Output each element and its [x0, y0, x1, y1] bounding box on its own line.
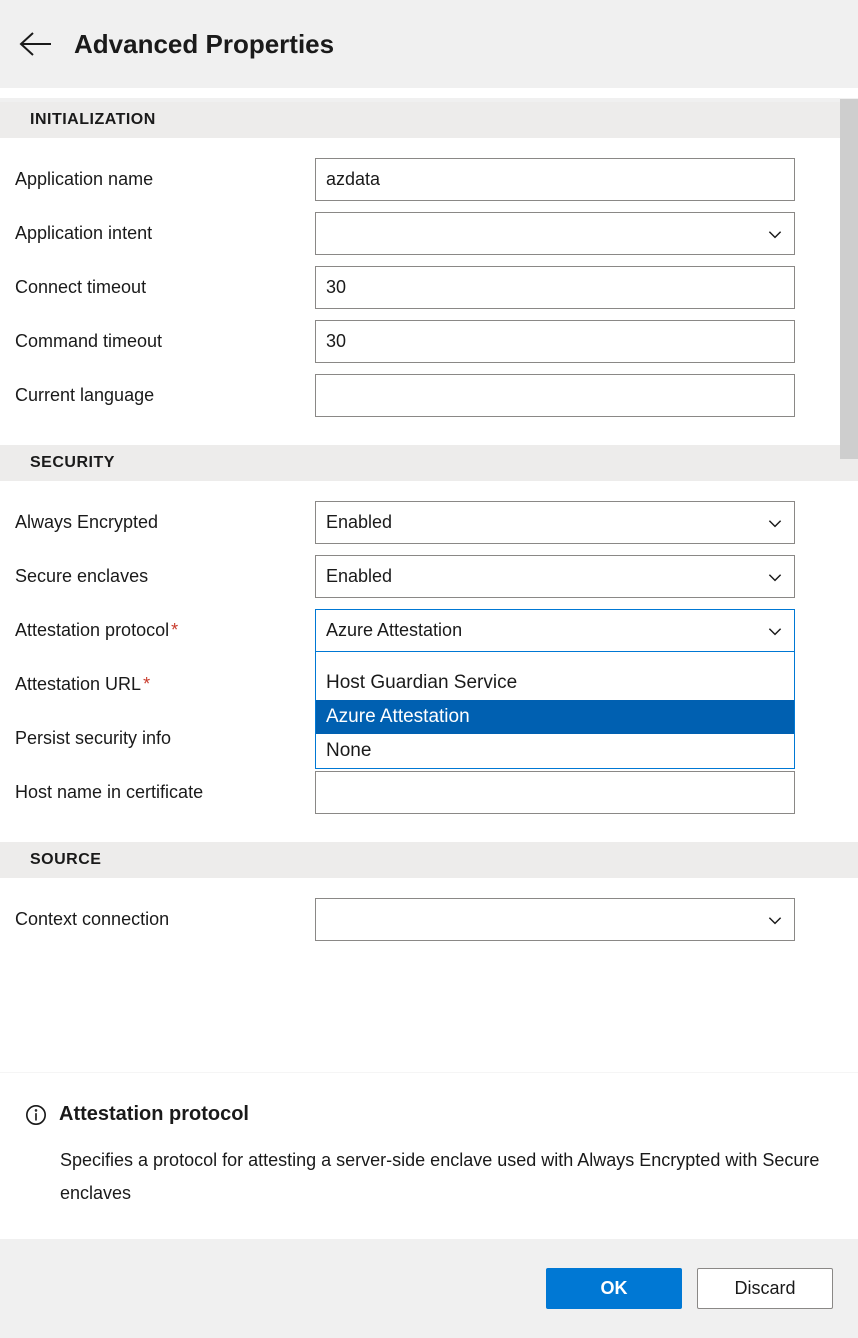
input-host-name-certificate[interactable] [315, 771, 795, 814]
dropdown-option-hgs[interactable]: Host Guardian Service [316, 666, 794, 700]
footer-bar: OK Discard [0, 1239, 858, 1338]
label-attestation-url: Attestation URL* [15, 674, 315, 695]
ok-button[interactable]: OK [546, 1268, 682, 1309]
discard-button[interactable]: Discard [697, 1268, 833, 1309]
info-title: Attestation protocol [59, 1103, 249, 1126]
section-header-security: SECURITY [0, 445, 858, 481]
initialization-section: Application name Application intent Conn… [0, 138, 858, 445]
select-application-intent[interactable] [315, 212, 795, 255]
label-connect-timeout: Connect timeout [15, 277, 315, 298]
input-current-language[interactable] [315, 374, 795, 417]
dropdown-attestation-protocol: Host Guardian Service Azure Attestation … [315, 651, 795, 769]
content-scroll-area: INITIALIZATION Application name Applicat… [0, 88, 858, 1239]
label-application-name: Application name [15, 169, 315, 190]
security-section: Always Encrypted Enabled Secure enclaves… [0, 481, 858, 842]
back-arrow-icon [18, 31, 52, 57]
select-attestation-protocol[interactable]: Azure Attestation Host Guardian Service … [315, 609, 795, 652]
back-button[interactable] [18, 27, 52, 61]
dropdown-option-none[interactable]: None [316, 734, 794, 768]
info-panel: Attestation protocol Specifies a protoco… [0, 1072, 858, 1239]
label-command-timeout: Command timeout [15, 331, 315, 352]
label-always-encrypted: Always Encrypted [15, 512, 315, 533]
label-persist-security-info: Persist security info [15, 728, 315, 749]
label-context-connection: Context connection [15, 909, 315, 930]
label-attestation-protocol: Attestation protocol* [15, 620, 315, 641]
select-context-connection[interactable] [315, 898, 795, 941]
header-bar: Advanced Properties [0, 0, 858, 88]
input-application-name[interactable] [315, 158, 795, 201]
label-application-intent: Application intent [15, 223, 315, 244]
chevron-down-icon [766, 225, 784, 243]
chevron-down-icon [766, 622, 784, 640]
select-secure-enclaves[interactable]: Enabled [315, 555, 795, 598]
section-header-initialization: INITIALIZATION [0, 102, 858, 138]
page-title: Advanced Properties [74, 29, 334, 60]
chevron-down-icon [766, 911, 784, 929]
input-command-timeout[interactable] [315, 320, 795, 363]
label-host-name-certificate: Host name in certificate [15, 782, 315, 803]
label-current-language: Current language [15, 385, 315, 406]
label-secure-enclaves: Secure enclaves [15, 566, 315, 587]
input-connect-timeout[interactable] [315, 266, 795, 309]
info-description: Specifies a protocol for attesting a ser… [60, 1144, 833, 1209]
select-always-encrypted[interactable]: Enabled [315, 501, 795, 544]
info-icon [25, 1104, 47, 1126]
dropdown-option-azure[interactable]: Azure Attestation [316, 700, 794, 734]
section-header-source: SOURCE [0, 842, 858, 878]
scrollbar-thumb[interactable] [840, 99, 858, 459]
chevron-down-icon [766, 514, 784, 532]
source-section: Context connection [0, 878, 858, 941]
chevron-down-icon [766, 568, 784, 586]
